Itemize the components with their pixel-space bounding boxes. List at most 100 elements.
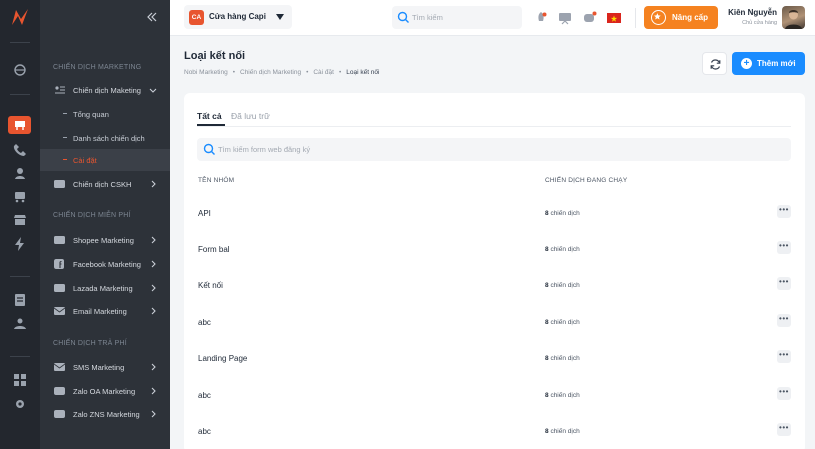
more-actions-button[interactable]: ••• (777, 314, 791, 327)
more-actions-button[interactable]: ••• (777, 423, 791, 436)
campaign-icon (55, 86, 65, 94)
more-actions-button[interactable]: ••• (777, 205, 791, 218)
lazada-icon (54, 284, 65, 292)
table-row[interactable]: abc 8 chiến dịch ••• (184, 314, 805, 354)
tab-all[interactable]: Tất cả (197, 111, 222, 121)
running-campaigns: 8 chiến dịch (545, 319, 580, 326)
add-new-button[interactable]: + Thêm mới (732, 52, 805, 75)
app-logo[interactable] (9, 6, 31, 28)
sidebar-item-campaign-marketing[interactable]: Chiến dịch Maketing (40, 79, 170, 101)
search-icon (397, 11, 409, 23)
team-icon[interactable] (12, 316, 28, 332)
lightning-icon[interactable] (12, 236, 28, 252)
chevron-right-icon (151, 410, 156, 418)
section-title-marketing: CHIẾN DỊCH MARKETING (53, 64, 142, 71)
tab-archived[interactable]: Đã lưu trữ (231, 111, 270, 121)
global-search[interactable] (392, 6, 522, 29)
campaign-unit: chiến dịch (550, 392, 580, 399)
form-search-input[interactable] (218, 142, 778, 157)
user-role: Chủ cửa hàng (742, 20, 777, 26)
vietnam-flag-icon[interactable] (607, 11, 621, 25)
breadcrumb-separator: • (338, 69, 342, 76)
breadcrumb-item[interactable]: Cài đặt (313, 69, 334, 76)
group-name: API (198, 209, 211, 218)
sidebar-subitem-overview[interactable]: Tổng quan (40, 103, 170, 125)
report-icon[interactable] (12, 292, 28, 308)
sidebar-item-lazada[interactable]: Lazada Marketing (40, 277, 170, 299)
sidebar-item-shopee[interactable]: Shopee Marketing (40, 229, 170, 251)
table-row[interactable]: abc 8 chiến dịch ••• (184, 387, 805, 427)
section-title-paid: CHIẾN DỊCH TRẢ PHÍ (53, 340, 127, 347)
user-avatar[interactable] (782, 6, 805, 29)
refresh-icon (710, 59, 721, 70)
facebook-icon (54, 259, 64, 269)
table-row[interactable]: abc 8 chiến dịch ••• (184, 423, 805, 449)
cart-icon[interactable] (12, 188, 28, 204)
sidebar-item-label: Email Marketing (73, 306, 127, 316)
sidebar-item-label: Zalo OA Marketing (73, 386, 136, 396)
settings-gear-icon[interactable] (12, 396, 28, 412)
table-row[interactable]: API 8 chiến dịch ••• (184, 205, 805, 245)
sidebar-item-sms[interactable]: SMS Marketing (40, 356, 170, 378)
form-search[interactable] (197, 138, 791, 161)
refresh-button[interactable] (702, 52, 727, 75)
store-icon[interactable] (12, 212, 28, 228)
breadcrumb: Nobi Marketing • Chiến dịch Marketing • … (184, 69, 379, 76)
phone-icon[interactable] (12, 141, 28, 157)
store-selector[interactable]: CA Cửa hàng Capi (184, 5, 292, 29)
more-actions-button[interactable]: ••• (777, 387, 791, 400)
sidebar-subitem-campaign-list[interactable]: Danh sách chiến dịch (40, 127, 170, 149)
table-row[interactable]: Landing Page 8 chiến dịch ••• (184, 350, 805, 390)
campaign-unit: chiến dịch (550, 355, 580, 362)
search-icon (203, 143, 215, 155)
chevron-right-icon (151, 260, 156, 268)
breadcrumb-item[interactable]: Nobi Marketing (184, 69, 228, 76)
connection-types-card: Tất cả Đã lưu trữ TÊN NHÓM CHIẾN DỊCH ĐA… (184, 93, 805, 449)
global-search-input[interactable] (412, 10, 517, 25)
table-row[interactable]: Form bal 8 chiến dịch ••• (184, 241, 805, 281)
sidebar-item-zalo-zns[interactable]: Zalo ZNS Marketing (40, 403, 170, 425)
sidebar-item-campaign-cskh[interactable]: Chiến dịch CSKH (40, 173, 170, 195)
collapse-sidebar-icon[interactable] (146, 11, 158, 23)
user-icon[interactable] (12, 165, 28, 181)
running-campaigns: 8 chiến dịch (545, 210, 580, 217)
rocket-icon[interactable] (534, 11, 548, 25)
running-campaigns: 8 chiến dịch (545, 282, 580, 289)
dash-marker (63, 113, 67, 114)
presentation-icon[interactable] (558, 11, 572, 25)
sidebar-item-label: Facebook Marketing (73, 259, 141, 269)
group-name: Kết nối (198, 281, 223, 290)
upgrade-button[interactable]: Nâng cấp (644, 6, 718, 29)
table-row[interactable]: Kết nối 8 chiến dịch ••• (184, 277, 805, 317)
sidebar: CHIẾN DỊCH MARKETING Chiến dịch Maketing… (40, 0, 170, 449)
sidebar-subitem-settings[interactable]: Cài đặt (40, 149, 170, 171)
apps-grid-icon[interactable] (12, 372, 28, 388)
more-actions-button[interactable]: ••• (777, 350, 791, 363)
more-actions-button[interactable]: ••• (777, 241, 791, 254)
megaphone-icon[interactable] (12, 117, 28, 133)
more-actions-button[interactable]: ••• (777, 277, 791, 290)
sms-icon (54, 363, 65, 371)
sidebar-item-email[interactable]: Email Marketing (40, 300, 170, 322)
breadcrumb-separator: • (306, 69, 309, 76)
user-name[interactable]: Kiên Nguyễn (727, 8, 777, 17)
sidebar-item-facebook[interactable]: Facebook Marketing (40, 253, 170, 275)
campaign-unit: chiến dịch (550, 282, 580, 289)
store-avatar: CA (189, 10, 204, 25)
campaign-count: 8 (545, 392, 549, 399)
campaign-unit: chiến dịch (550, 246, 580, 253)
chevron-right-icon (151, 363, 156, 371)
breadcrumb-separator: • (232, 69, 235, 76)
shopee-icon (54, 236, 65, 244)
chat-icon[interactable] (583, 11, 597, 25)
top-bar: CA Cửa hàng Capi Nâng cấp Kiên Nguyễn Ch… (170, 0, 815, 36)
running-campaigns: 8 chiến dịch (545, 392, 580, 399)
dash-marker (63, 159, 67, 160)
group-name: abc (198, 391, 211, 400)
avatar-image (785, 10, 802, 29)
breadcrumb-item[interactable]: Chiến dịch Marketing (240, 69, 301, 76)
dash-marker (63, 137, 67, 138)
globe-icon[interactable] (12, 62, 28, 78)
chevron-right-icon (151, 307, 156, 315)
sidebar-item-zalo-oa[interactable]: Zalo OA Marketing (40, 380, 170, 402)
